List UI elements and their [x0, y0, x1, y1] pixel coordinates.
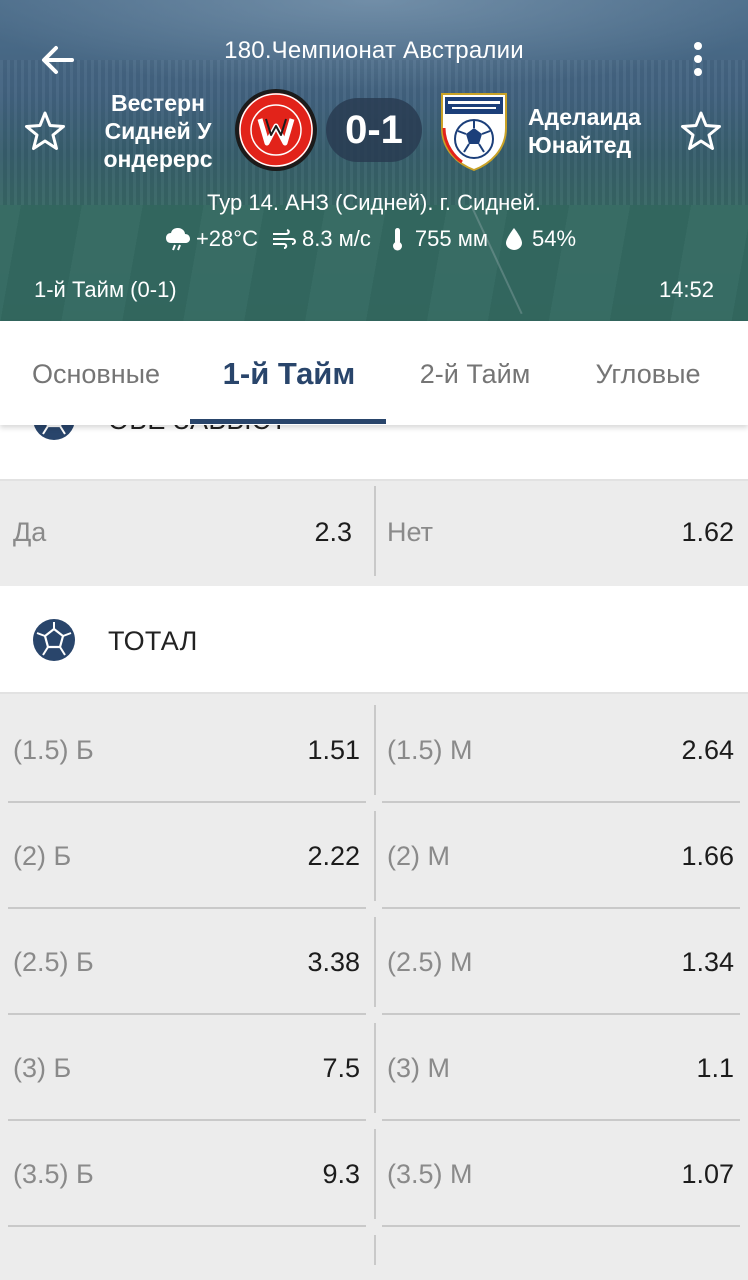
odd-value: 1.07 [681, 1159, 734, 1189]
odd-value: 1.1 [696, 1053, 734, 1083]
wind-icon [270, 226, 298, 252]
odd-value: 3.38 [307, 947, 360, 977]
more-vert-icon [680, 42, 716, 76]
odd-over[interactable]: (3) Б 7.5 [8, 1015, 366, 1121]
wind-value: 8.3 м/с [301, 226, 371, 251]
odds-row: (2.5) Б 3.38 (2.5) М 1.34 [0, 909, 748, 1015]
away-team-name: Аделаида Юнайтед [528, 104, 641, 158]
market-tabs: Основные 1-й Тайм 2-й Тайм Угловые [0, 321, 748, 425]
match-time: 14:52 [658, 277, 714, 302]
divider [374, 486, 376, 576]
odd-label: (1.5) М [387, 735, 473, 765]
odd-value: 2.22 [307, 841, 360, 871]
soccer-ball-icon [32, 618, 76, 662]
odd-label: (2.5) Б [13, 947, 94, 977]
odd-value: 1.66 [681, 841, 734, 871]
odd-yes[interactable]: Да 2.3 [0, 478, 358, 584]
league-title: 180.Чемпионат Австралии [224, 37, 524, 64]
odd-value: 1.62 [681, 517, 734, 547]
humidity-value: 54% [531, 226, 577, 251]
temperature-value: +28°C [195, 226, 258, 251]
tab-indicator [190, 419, 386, 424]
odd-over[interactable]: (1.5) Б 1.51 [8, 697, 366, 803]
odd-label: (3) М [387, 1053, 450, 1083]
row-separator [8, 1225, 366, 1227]
row-separator [382, 1225, 740, 1227]
match-header: 180.Чемпионат Австралии Вестерн Сидней У… [0, 0, 748, 321]
odd-value: 2.3 [314, 517, 352, 547]
odd-over[interactable]: (2.5) Б 3.38 [8, 909, 366, 1015]
cloud-rain-icon [164, 226, 192, 252]
odd-under[interactable]: (1.5) М 2.64 [382, 697, 740, 803]
section-total: ТОТАЛ [0, 586, 748, 694]
odd-label: (2) Б [13, 841, 72, 871]
half-score: 1-й Тайм (0-1) [34, 277, 177, 302]
odd-value: 1.34 [681, 947, 734, 977]
tab-main[interactable]: Основные [0, 321, 192, 425]
divider [374, 1023, 376, 1113]
odd-label: (2.5) М [387, 947, 473, 977]
odd-under[interactable]: (2.5) М 1.34 [382, 909, 740, 1015]
odd-no[interactable]: Нет 1.62 [382, 478, 740, 584]
tab-first-half[interactable]: 1-й Тайм [192, 321, 386, 425]
water-drop-icon [500, 226, 528, 252]
odd-under[interactable]: (3) М 1.1 [382, 1015, 740, 1121]
thermometer-icon [383, 226, 411, 252]
section-title: ТОТАЛ [108, 626, 198, 656]
odd-label: (3.5) М [387, 1159, 473, 1189]
back-button[interactable] [36, 38, 80, 82]
odd-label: (2) М [387, 841, 450, 871]
home-team-logo [234, 88, 318, 172]
weather-info: +28°C 8.3 м/с 755 мм 54% [0, 226, 748, 252]
arrow-left-icon [42, 46, 74, 74]
odds-row: Да 2.3 Нет 1.62 [0, 478, 748, 584]
star-outline-icon [25, 111, 65, 150]
odd-label: (1.5) Б [13, 735, 94, 765]
odds-row: (2) Б 2.22 (2) М 1.66 [0, 803, 748, 909]
divider [374, 1129, 376, 1219]
match-venue: Тур 14. АНЗ (Сидней). г. Сидней. [207, 190, 541, 215]
pressure-value: 755 мм [414, 226, 488, 251]
divider [374, 917, 376, 1007]
divider [374, 705, 376, 795]
star-outline-icon [681, 111, 721, 150]
odd-label: Нет [387, 517, 433, 547]
odds-row: (1.5) Б 1.51 (1.5) М 2.64 [0, 697, 748, 803]
favorite-away-button[interactable] [678, 108, 724, 154]
away-team-logo [432, 88, 516, 172]
odd-value: 2.64 [681, 735, 734, 765]
divider [374, 811, 376, 901]
odd-under[interactable]: (2) М 1.66 [382, 803, 740, 909]
divider [374, 1235, 376, 1265]
odd-under[interactable]: (3.5) М 1.07 [382, 1121, 740, 1227]
odd-value: 7.5 [322, 1053, 360, 1083]
odd-over[interactable]: (3.5) Б 9.3 [8, 1121, 366, 1227]
odd-value: 1.51 [307, 735, 360, 765]
odds-row: (3) Б 7.5 (3) М 1.1 [0, 1015, 748, 1121]
more-menu-button[interactable] [680, 38, 716, 82]
odds-row: (3.5) Б 9.3 (3.5) М 1.07 [0, 1121, 748, 1227]
match-score: 0-1 [326, 98, 422, 162]
odd-over[interactable]: (2) Б 2.22 [8, 803, 366, 909]
odd-label: (3.5) Б [13, 1159, 94, 1189]
tab-corners[interactable]: Угловые [564, 321, 732, 425]
home-team-name: Вестерн Сидней У ондерерс [103, 90, 213, 172]
tab-second-half[interactable]: 2-й Тайм [386, 321, 564, 425]
odd-value: 9.3 [322, 1159, 360, 1189]
favorite-home-button[interactable] [22, 108, 68, 154]
odd-label: Да [13, 517, 47, 547]
odd-label: (3) Б [13, 1053, 72, 1083]
